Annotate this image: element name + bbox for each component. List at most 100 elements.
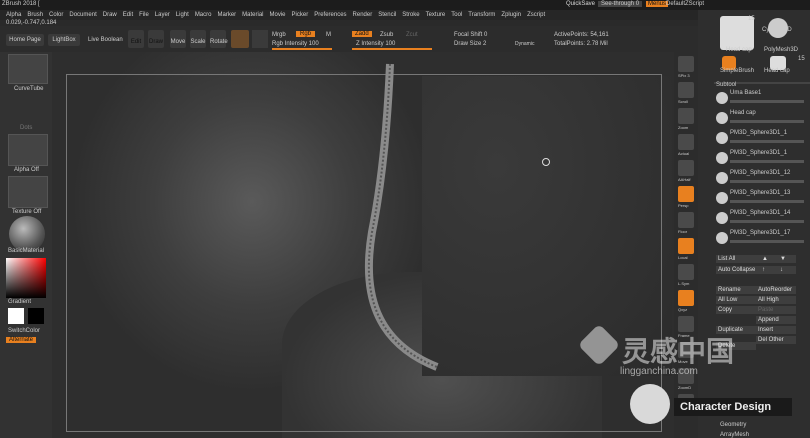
arrow-down-icon[interactable]: ▼ xyxy=(778,255,796,263)
subtool-visibility-bar[interactable] xyxy=(730,240,804,243)
shelf-spix-3-button[interactable]: SPix 3 xyxy=(678,56,694,78)
subtool-row[interactable]: PM3D_Sphere3D1_1 xyxy=(716,130,808,149)
subtool-visibility-bar[interactable] xyxy=(730,160,804,163)
menu-item-texture[interactable]: Texture xyxy=(426,12,446,18)
subtool-visibility-bar[interactable] xyxy=(730,220,804,223)
menu-item-material[interactable]: Material xyxy=(242,12,263,18)
rgb-intensity-slider[interactable]: Rgb Intensity 100 xyxy=(272,41,319,47)
subtool-row[interactable]: Head cap xyxy=(716,110,808,129)
zadd-button[interactable]: Zadd xyxy=(352,31,372,37)
menu-item-color[interactable]: Color xyxy=(49,12,63,18)
shelf-persp-button[interactable]: Persp xyxy=(678,186,694,208)
default-zscript-button[interactable]: DefaultZScript xyxy=(666,1,704,7)
subtool-row[interactable]: PM3D_Sphere3D1_13 xyxy=(716,190,808,209)
rename-button[interactable]: Rename xyxy=(716,286,756,294)
main-color-swatch[interactable] xyxy=(8,308,24,324)
all-high-button[interactable]: All High xyxy=(756,296,796,304)
see-through-slider[interactable]: See-through 0 xyxy=(598,1,643,7)
menu-item-preferences[interactable]: Preferences xyxy=(314,12,346,18)
arraymesh-section[interactable]: ArrayMesh xyxy=(720,432,749,438)
subtool-row[interactable]: PM3D_Sphere3D1_1 xyxy=(716,150,808,169)
shelf-l-sym-button[interactable]: L.Sym xyxy=(678,264,694,286)
menu-item-macro[interactable]: Macro xyxy=(195,12,212,18)
draw-size-slider[interactable]: Draw Size 2 xyxy=(454,41,486,47)
menu-item-transform[interactable]: Transform xyxy=(468,12,495,18)
shelf-aahalf-button[interactable]: AAHalf xyxy=(678,160,694,182)
subtool-header[interactable]: Subtool xyxy=(716,82,736,88)
material-sphere-icon[interactable] xyxy=(9,216,45,252)
subtool-row[interactable]: PM3D_Sphere3D1_14 xyxy=(716,210,808,229)
menus-button[interactable]: Menus xyxy=(646,1,669,7)
menu-item-zplugin[interactable]: Zplugin xyxy=(501,12,521,18)
shelf-floor-button[interactable]: Floor xyxy=(678,212,694,234)
append-button[interactable]: Append xyxy=(756,316,796,324)
arrow-up-icon[interactable]: ▲ xyxy=(760,255,778,263)
zsub-button[interactable]: Zsub xyxy=(380,32,393,38)
alpha-thumbnail[interactable] xyxy=(8,134,48,166)
autoreorder-button[interactable]: AutoReorder xyxy=(756,286,796,294)
texture-swatch-icon[interactable] xyxy=(252,30,268,48)
menu-item-render[interactable]: Render xyxy=(353,12,373,18)
insert-button[interactable]: Insert xyxy=(756,326,796,334)
subtool-visibility-bar[interactable] xyxy=(730,140,804,143)
alternate-button[interactable]: Alternate xyxy=(6,337,37,343)
home-page-button[interactable]: Home Page xyxy=(6,34,44,46)
dynamic-button[interactable]: Dynamic xyxy=(515,41,534,47)
switch-color-button[interactable]: SwitchColor xyxy=(8,328,40,334)
shelf-zoom-button[interactable]: Zoom xyxy=(678,108,694,130)
copy-button[interactable]: Copy xyxy=(716,306,756,314)
geometry-section[interactable]: Geometry xyxy=(720,422,746,428)
subtool-row[interactable]: Uma Base1 xyxy=(716,90,808,109)
menu-item-movie[interactable]: Movie xyxy=(270,12,286,18)
menu-item-layer[interactable]: Layer xyxy=(155,12,170,18)
mrgb-button[interactable]: Mrgb xyxy=(272,32,286,38)
quicksave-button[interactable]: QuickSave xyxy=(566,1,595,7)
move-down-icon[interactable]: ↓ xyxy=(778,266,796,274)
menu-item-marker[interactable]: Marker xyxy=(217,12,236,18)
viewport-canvas[interactable] xyxy=(52,52,674,438)
scale-button[interactable]: Scale xyxy=(190,30,206,48)
focal-shift-slider[interactable]: Focal Shift 0 xyxy=(454,32,487,38)
menu-item-brush[interactable]: Brush xyxy=(27,12,43,18)
move-button[interactable]: Move xyxy=(170,30,186,48)
auto-collapse-button[interactable]: Auto Collapse xyxy=(716,266,760,274)
move-up-icon[interactable]: ↑ xyxy=(760,266,778,274)
lightbox-button[interactable]: LightBox xyxy=(48,34,80,46)
brush-thumbnail[interactable] xyxy=(8,54,48,84)
menu-item-stroke[interactable]: Stroke xyxy=(402,12,419,18)
menu-item-edit[interactable]: Edit xyxy=(123,12,133,18)
texture-thumbnail[interactable] xyxy=(8,176,48,208)
menu-item-stencil[interactable]: Stencil xyxy=(378,12,396,18)
subtool-visibility-bar[interactable] xyxy=(730,120,804,123)
rgb-button[interactable]: Rgb xyxy=(296,31,316,37)
subtool-visibility-bar[interactable] xyxy=(730,180,804,183)
material-sphere-icon[interactable] xyxy=(231,30,249,48)
edit-button[interactable]: Edit xyxy=(128,30,144,48)
paste-button[interactable]: Paste xyxy=(756,306,796,314)
subtool-row[interactable]: PM3D_Sphere3D1_12 xyxy=(716,170,808,189)
menu-item-draw[interactable]: Draw xyxy=(103,12,117,18)
z-intensity-slider[interactable]: Z Intensity 100 xyxy=(356,41,395,47)
menu-item-file[interactable]: File xyxy=(139,12,149,18)
live-boolean-button[interactable]: Live Boolean xyxy=(88,37,123,43)
list-all-button[interactable]: List All xyxy=(716,255,760,263)
menu-item-tool[interactable]: Tool xyxy=(451,12,462,18)
shelf-actual-button[interactable]: Actual xyxy=(678,134,694,156)
menu-item-picker[interactable]: Picker xyxy=(292,12,309,18)
m-button[interactable]: M xyxy=(326,32,331,38)
menu-item-zscript[interactable]: Zscript xyxy=(527,12,545,18)
rotate-button[interactable]: Rotate xyxy=(210,30,228,48)
shelf-qxyz-button[interactable]: Qxyz xyxy=(678,290,694,312)
color-picker[interactable] xyxy=(6,258,46,298)
menu-item-document[interactable]: Document xyxy=(69,12,96,18)
subtool-visibility-bar[interactable] xyxy=(730,100,804,103)
del-other-button[interactable]: Del Other xyxy=(756,336,796,344)
subtool-visibility-bar[interactable] xyxy=(730,200,804,203)
shelf-local-button[interactable]: Local xyxy=(678,238,694,260)
draw-button[interactable]: Draw xyxy=(148,30,164,48)
menu-item-alpha[interactable]: Alpha xyxy=(6,12,21,18)
dots-stroke-icon[interactable] xyxy=(12,98,42,122)
subtool-row[interactable]: PM3D_Sphere3D1_17 xyxy=(716,230,808,249)
shelf-scroll-button[interactable]: Scroll xyxy=(678,82,694,104)
menu-item-light[interactable]: Light xyxy=(176,12,189,18)
